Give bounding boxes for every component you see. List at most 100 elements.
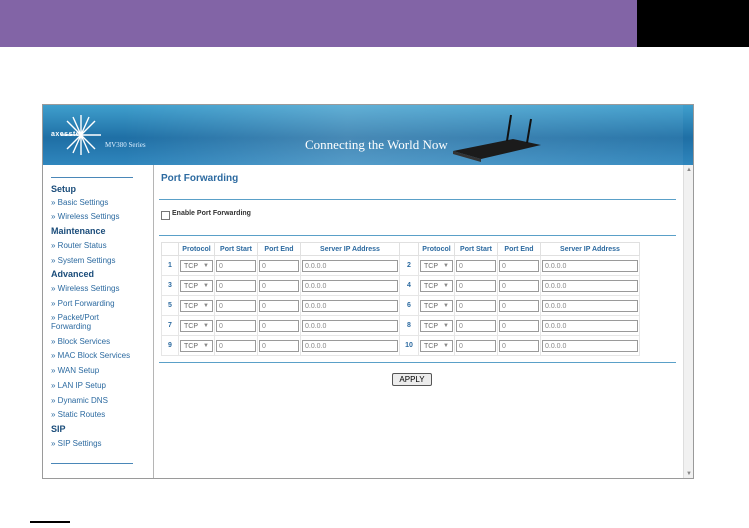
- port-start-input[interactable]: 0: [456, 339, 496, 352]
- protocol-select[interactable]: TCP ▼: [420, 279, 453, 292]
- chevron-down-icon: ▼: [203, 302, 209, 309]
- header-banner: axesstel MV380 Series Connecting the Wor…: [43, 105, 693, 165]
- col-port-start-right: Port Start: [454, 242, 498, 256]
- sidebar-nav: Setup » Basic Settings » Wireless Settin…: [43, 165, 154, 478]
- sidebar-item-system-settings[interactable]: » System Settings: [51, 256, 115, 265]
- chevron-down-icon: ▼: [203, 282, 209, 289]
- server-ip-input[interactable]: 0.0.0.0: [542, 339, 638, 352]
- port-end-input[interactable]: 0: [499, 299, 539, 312]
- col-protocol-left: Protocol: [178, 242, 215, 256]
- vertical-scrollbar[interactable]: ▲ ▼: [683, 165, 693, 478]
- sidebar-item-basic-settings[interactable]: » Basic Settings: [51, 198, 108, 207]
- table-bottom-divider: [159, 362, 676, 363]
- sidebar-top-rule: [51, 177, 133, 178]
- sidebar-item-router-status[interactable]: » Router Status: [51, 241, 107, 250]
- server-ip-input[interactable]: 0.0.0.0: [302, 299, 398, 312]
- sidebar-item-mac-block-services[interactable]: » MAC Block Services: [51, 351, 130, 360]
- rule-number: 6: [399, 295, 419, 316]
- server-ip-input[interactable]: 0.0.0.0: [302, 259, 398, 272]
- table-header-row: Protocol Port Start Port End Server IP A…: [161, 242, 640, 256]
- port-end-input[interactable]: 0: [259, 259, 299, 272]
- sidebar-item-static-routes[interactable]: » Static Routes: [51, 410, 105, 419]
- chevron-down-icon: ▼: [203, 342, 209, 349]
- footer-rule: [30, 521, 70, 523]
- sidebar-item-wireless-settings[interactable]: » Wireless Settings: [51, 212, 119, 221]
- chevron-down-icon: ▼: [443, 302, 449, 309]
- port-end-input[interactable]: 0: [259, 279, 299, 292]
- sidebar-heading-maintenance: Maintenance: [51, 226, 106, 236]
- port-start-input[interactable]: 0: [216, 279, 256, 292]
- rule-number: 1: [161, 255, 179, 276]
- port-end-input[interactable]: 0: [499, 259, 539, 272]
- col-port-end-right: Port End: [497, 242, 541, 256]
- protocol-select[interactable]: TCP ▼: [420, 319, 453, 332]
- top-corner-block: [637, 0, 749, 47]
- scroll-down-icon[interactable]: ▼: [686, 471, 692, 477]
- server-ip-input[interactable]: 0.0.0.0: [542, 319, 638, 332]
- protocol-select[interactable]: TCP ▼: [180, 259, 213, 272]
- col-port-start-left: Port Start: [214, 242, 258, 256]
- sidebar-bottom-rule: [51, 463, 133, 464]
- rule-number: 8: [399, 315, 419, 336]
- title-divider: [159, 199, 676, 200]
- sidebar-item-sip-settings[interactable]: » SIP Settings: [51, 439, 102, 448]
- page-title: Port Forwarding: [161, 173, 239, 184]
- table-row: 9 TCP ▼ 0 0 0.0.0.0 10 TCP ▼ 0 0 0.0.0.0: [161, 335, 640, 356]
- sidebar-item-packet-port-forwarding[interactable]: » Packet/Port Forwarding: [51, 313, 121, 331]
- port-start-input[interactable]: 0: [456, 299, 496, 312]
- port-start-input[interactable]: 0: [456, 279, 496, 292]
- chevron-down-icon: ▼: [203, 262, 209, 269]
- chevron-down-icon: ▼: [443, 322, 449, 329]
- col-num-right: [399, 242, 419, 256]
- rule-number: 9: [161, 335, 179, 356]
- protocol-select[interactable]: TCP ▼: [180, 299, 213, 312]
- protocol-select[interactable]: TCP ▼: [420, 299, 453, 312]
- server-ip-input[interactable]: 0.0.0.0: [542, 259, 638, 272]
- sidebar-heading-sip: SIP: [51, 424, 66, 434]
- port-start-input[interactable]: 0: [456, 259, 496, 272]
- sidebar-item-lan-ip-setup[interactable]: » LAN IP Setup: [51, 381, 106, 390]
- server-ip-input[interactable]: 0.0.0.0: [542, 279, 638, 292]
- port-forwarding-table: Protocol Port Start Port End Server IP A…: [161, 242, 640, 356]
- port-start-input[interactable]: 0: [216, 339, 256, 352]
- enable-port-forwarding-label: Enable Port Forwarding: [172, 210, 251, 217]
- server-ip-input[interactable]: 0.0.0.0: [302, 279, 398, 292]
- col-server-ip-right: Server IP Address: [540, 242, 640, 256]
- port-start-input[interactable]: 0: [456, 319, 496, 332]
- chevron-down-icon: ▼: [443, 342, 449, 349]
- protocol-select[interactable]: TCP ▼: [180, 339, 213, 352]
- enable-port-forwarding-checkbox[interactable]: [161, 211, 170, 220]
- server-ip-input[interactable]: 0.0.0.0: [302, 319, 398, 332]
- protocol-select[interactable]: TCP ▼: [420, 339, 453, 352]
- sidebar-item-wan-setup[interactable]: » WAN Setup: [51, 366, 99, 375]
- port-end-input[interactable]: 0: [499, 319, 539, 332]
- port-end-input[interactable]: 0: [499, 279, 539, 292]
- col-num-left: [161, 242, 179, 256]
- sidebar-heading-setup: Setup: [51, 184, 77, 194]
- brand-logo-text: axesstel: [51, 131, 83, 138]
- port-end-input[interactable]: 0: [259, 339, 299, 352]
- apply-button[interactable]: APPLY: [392, 373, 432, 386]
- model-series: MV380 Series: [105, 141, 146, 149]
- protocol-select[interactable]: TCP ▼: [180, 279, 213, 292]
- rule-number: 3: [161, 275, 179, 296]
- server-ip-input[interactable]: 0.0.0.0: [302, 339, 398, 352]
- port-start-input[interactable]: 0: [216, 319, 256, 332]
- sidebar-item-dynamic-dns[interactable]: » Dynamic DNS: [51, 396, 108, 405]
- port-end-input[interactable]: 0: [259, 299, 299, 312]
- col-protocol-right: Protocol: [418, 242, 455, 256]
- port-end-input[interactable]: 0: [499, 339, 539, 352]
- scroll-up-icon[interactable]: ▲: [686, 167, 692, 173]
- sidebar-item-block-services[interactable]: » Block Services: [51, 337, 110, 346]
- main-content: Port Forwarding Enable Port Forwarding P…: [154, 165, 683, 478]
- protocol-select[interactable]: TCP ▼: [420, 259, 453, 272]
- sidebar-item-port-forwarding[interactable]: » Port Forwarding: [51, 299, 115, 308]
- port-start-input[interactable]: 0: [216, 299, 256, 312]
- sidebar-item-adv-wireless-settings[interactable]: » Wireless Settings: [51, 284, 119, 293]
- server-ip-input[interactable]: 0.0.0.0: [542, 299, 638, 312]
- rule-number: 4: [399, 275, 419, 296]
- port-start-input[interactable]: 0: [216, 259, 256, 272]
- port-end-input[interactable]: 0: [259, 319, 299, 332]
- table-row: 1 TCP ▼ 0 0 0.0.0.0 2 TCP ▼ 0 0 0.0.0.0: [161, 255, 640, 276]
- protocol-select[interactable]: TCP ▼: [180, 319, 213, 332]
